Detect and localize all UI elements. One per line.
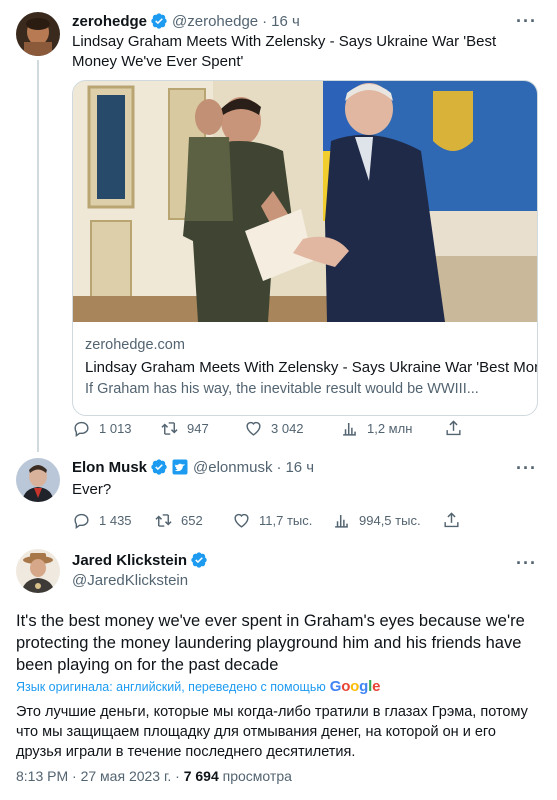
separator-dot: · (175, 768, 184, 784)
reply-button[interactable]: 1 435 (72, 511, 154, 530)
author-name[interactable]: zerohedge (72, 13, 147, 30)
translated-text: Это лучшие деньги, которые мы когда-либо… (16, 704, 528, 760)
author-name[interactable]: Jared Klickstein (72, 552, 187, 569)
tweet3-header: Jared Klickstein (72, 550, 208, 570)
like-count: 3 042 (271, 420, 304, 436)
card-domain: zerohedge.com (85, 337, 185, 353)
tweet2-actions: 1 435 652 11,7 тыс. 994,5 тыс. (72, 510, 461, 530)
tweet-meta: 8:13 PM · 27 мая 2023 г. · 7 694 просмот… (16, 768, 292, 784)
tweet-time[interactable]: 8:13 PM (16, 768, 68, 784)
share-button[interactable] (444, 419, 463, 438)
views-count: 1,2 млн (367, 420, 413, 436)
translation-note-text: Язык оригинала: английский, переведено с… (16, 679, 326, 694)
views-count: 994,5 тыс. (359, 512, 421, 528)
views-icon (335, 514, 348, 528)
like-count: 11,7 тыс. (259, 512, 313, 528)
share-icon (444, 511, 459, 527)
reply-button[interactable]: 1 013 (72, 419, 160, 438)
views-button[interactable]: 994,5 тыс. (332, 511, 442, 530)
share-icon (446, 419, 461, 435)
tweet-time[interactable]: 16 ч (285, 459, 314, 476)
reply-icon (74, 421, 89, 437)
views-label: просмотра (222, 768, 292, 784)
google-logo: Google (329, 678, 381, 695)
verified-badge-icon (151, 13, 167, 29)
thread-line (37, 60, 39, 452)
like-button[interactable]: 3 042 (244, 419, 340, 438)
reply-icon (74, 513, 89, 529)
tweet-time[interactable]: 16 ч (271, 13, 300, 30)
card-title: Lindsay Graham Meets With Zelensky - Say… (85, 359, 538, 376)
verified-badge-icon (191, 552, 207, 568)
tweet1-header: zerohedge @zerohedge · 16 ч (72, 11, 300, 31)
card-image (73, 81, 537, 322)
more-icon[interactable]: ··· (516, 554, 537, 572)
share-button[interactable] (442, 511, 461, 530)
link-card[interactable]: zerohedge.com Lindsay Graham Meets With … (72, 80, 538, 416)
avatar-jaredklickstein[interactable] (16, 549, 60, 593)
like-icon (234, 513, 249, 528)
retweet-icon (161, 421, 178, 435)
retweet-count: 652 (181, 512, 203, 528)
author-handle[interactable]: @zerohedge (172, 13, 258, 30)
author-handle[interactable]: @elonmusk (193, 459, 272, 476)
more-icon[interactable]: ··· (516, 459, 537, 477)
government-badge-icon (172, 459, 188, 475)
views-count: 7 694 (183, 768, 219, 784)
views-button[interactable]: 1,2 млн (340, 419, 444, 438)
separator-dot: · (262, 12, 268, 30)
tweet2-header: Elon Musk @elonmusk · 16 ч (72, 457, 314, 477)
retweet-count: 947 (187, 420, 209, 436)
avatar-zerohedge[interactable] (16, 12, 60, 56)
reply-count: 1 013 (99, 420, 132, 436)
verified-badge-icon (151, 459, 167, 475)
separator-dot: · (72, 768, 81, 784)
retweet-icon (155, 513, 172, 527)
more-icon[interactable]: ··· (516, 12, 537, 30)
author-name[interactable]: Elon Musk (72, 459, 147, 476)
like-icon (246, 421, 261, 436)
author-handle[interactable]: @JaredKlickstein (72, 572, 188, 589)
tweet-text: Ever? (72, 481, 112, 498)
avatar-elonmusk[interactable] (16, 458, 60, 502)
card-description: If Graham has his way, the inevitable re… (85, 381, 479, 397)
reply-count: 1 435 (99, 512, 132, 528)
views-icon (343, 422, 356, 436)
tweet-text: Lindsay Graham Meets With Zelensky - Say… (72, 33, 497, 70)
tweet-date[interactable]: 27 мая 2023 г. (81, 768, 172, 784)
separator-dot: · (276, 458, 282, 476)
like-button[interactable]: 11,7 тыс. (232, 511, 332, 530)
retweet-button[interactable]: 652 (154, 511, 232, 530)
tweet-text: It's the best money we've ever spent in … (16, 612, 525, 674)
translation-note[interactable]: Язык оригинала: английский, переведено с… (16, 678, 380, 695)
retweet-button[interactable]: 947 (160, 419, 244, 438)
tweet1-actions: 1 013 947 3 042 1,2 млн (72, 418, 463, 438)
